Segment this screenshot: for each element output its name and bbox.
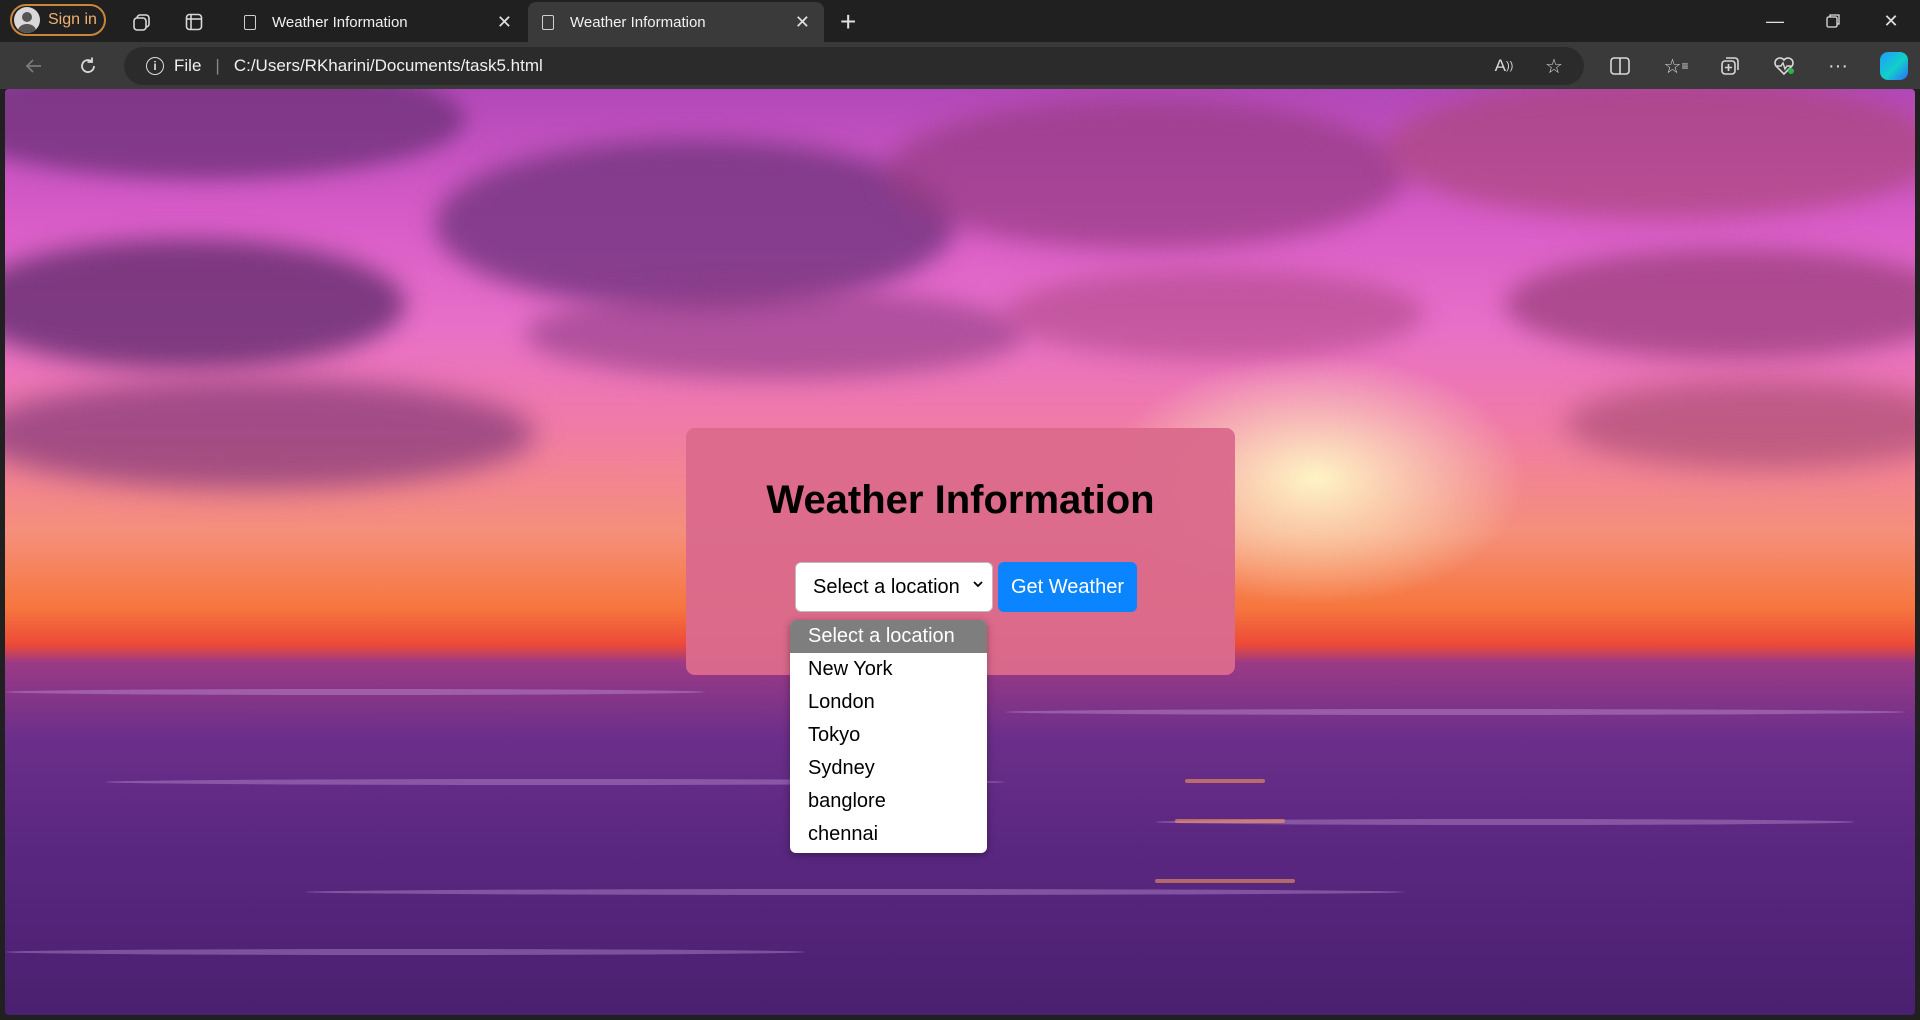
- tab-weather-information-2[interactable]: Weather Information ✕: [528, 2, 824, 42]
- sun-reflection: [1175, 819, 1285, 823]
- restore-icon[interactable]: [1810, 6, 1856, 36]
- cloud-shape: [5, 89, 465, 179]
- dropdown-option[interactable]: Select a location: [790, 620, 987, 653]
- more-icon[interactable]: ···: [1822, 50, 1854, 82]
- cloud-shape: [435, 139, 955, 309]
- cloud-shape: [525, 289, 1025, 379]
- tab-weather-information-1[interactable]: Weather Information ✕: [230, 2, 526, 42]
- refresh-icon[interactable]: [72, 50, 104, 82]
- tab-title: Weather Information: [272, 13, 408, 31]
- chevron-down-icon: [972, 577, 984, 593]
- get-weather-button[interactable]: Get Weather: [998, 562, 1137, 612]
- close-window-icon[interactable]: ✕: [1868, 6, 1914, 36]
- address-bar[interactable]: i File | C:/Users/RKharini/Documents/tas…: [124, 47, 1584, 85]
- url-text[interactable]: C:/Users/RKharini/Documents/task5.html: [234, 56, 543, 76]
- collections-icon[interactable]: [1714, 50, 1746, 82]
- cloud-shape: [1565, 379, 1915, 469]
- cloud-shape: [1385, 89, 1915, 219]
- site-info-icon[interactable]: i: [146, 57, 164, 75]
- wave-line: [5, 689, 705, 695]
- sun-reflection: [1155, 879, 1295, 883]
- copilot-icon[interactable]: [1880, 52, 1908, 80]
- browser-essentials-icon[interactable]: [1768, 50, 1800, 82]
- cloud-shape: [5, 239, 405, 369]
- favorite-star-icon[interactable]: ☆: [1538, 50, 1570, 82]
- wave-line: [5, 949, 805, 955]
- minimize-icon[interactable]: —: [1752, 6, 1798, 36]
- sign-in-button[interactable]: Sign in: [10, 4, 106, 36]
- tab-actions-icon[interactable]: [180, 8, 208, 36]
- page-viewport: Weather Information Select a location Ge…: [5, 89, 1915, 1015]
- wave-line: [305, 889, 1405, 895]
- profile-avatar-icon: [14, 7, 40, 33]
- dropdown-option[interactable]: Tokyo: [790, 719, 987, 752]
- cloud-shape: [1005, 269, 1425, 359]
- cloud-shape: [1505, 249, 1915, 359]
- new-tab-icon[interactable]: +: [840, 6, 856, 38]
- page-icon: [244, 14, 256, 30]
- sign-in-label: Sign in: [48, 11, 97, 28]
- workspaces-icon[interactable]: [128, 8, 156, 36]
- dropdown-option[interactable]: London: [790, 686, 987, 719]
- location-dropdown-list[interactable]: Select a location New York London Tokyo …: [790, 620, 987, 853]
- sun-reflection: [1185, 779, 1265, 783]
- back-icon[interactable]: [18, 50, 50, 82]
- close-tab-icon[interactable]: ✕: [795, 12, 810, 33]
- page-icon: [542, 14, 554, 30]
- dropdown-option[interactable]: banglore: [790, 785, 987, 818]
- location-select-value: Select a location: [813, 575, 960, 598]
- browser-title-bar: Sign in Weather Information ✕ Weather In…: [0, 0, 1920, 42]
- wave-line: [1005, 709, 1905, 715]
- favorites-icon[interactable]: ☆ ≡: [1660, 50, 1692, 82]
- close-tab-icon[interactable]: ✕: [497, 12, 512, 33]
- page-title: Weather Information: [766, 478, 1155, 522]
- split-screen-icon[interactable]: [1604, 50, 1636, 82]
- address-separator: |: [215, 56, 220, 75]
- tab-title: Weather Information: [570, 13, 706, 31]
- cloud-shape: [5, 379, 535, 489]
- read-aloud-icon[interactable]: A)): [1488, 50, 1520, 82]
- browser-toolbar: i File | C:/Users/RKharini/Documents/tas…: [0, 42, 1920, 89]
- dropdown-option[interactable]: chennai: [790, 818, 987, 851]
- dropdown-option[interactable]: New York: [790, 653, 987, 686]
- scheme-label: File: [174, 56, 202, 75]
- dropdown-option[interactable]: Sydney: [790, 752, 987, 785]
- cloud-shape: [885, 99, 1405, 249]
- location-select[interactable]: Select a location: [795, 562, 993, 612]
